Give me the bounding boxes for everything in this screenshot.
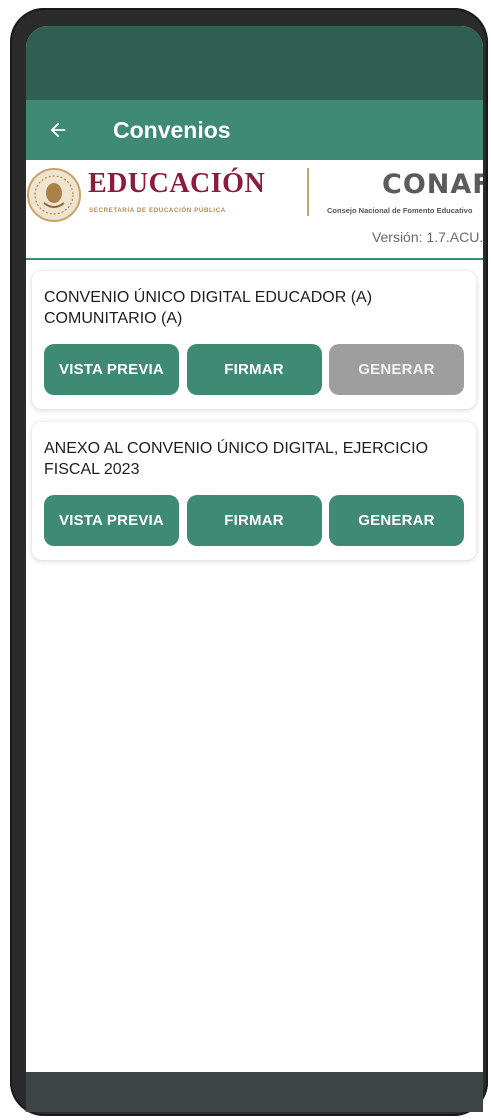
preview-button[interactable]: VISTA PREVIA <box>44 344 179 395</box>
header-banner: EDUCACIÓN SECRETARÍA DE EDUCACIÓN PÚBLIC… <box>26 160 483 260</box>
sign-button[interactable]: FIRMAR <box>186 344 322 395</box>
agreement-title: CONVENIO ÚNICO DIGITAL EDUCADOR (A) COMU… <box>44 289 373 327</box>
preview-button[interactable]: VISTA PREVIA <box>44 495 179 546</box>
version-label: Versión: 1.7.ACU.8 <box>371 229 483 245</box>
annex-actions: VISTA PREVIA FIRMAR GENERAR <box>44 495 464 546</box>
educacion-subtitle: SECRETARÍA DE EDUCACIÓN PÚBLICA <box>89 207 226 214</box>
sign-button[interactable]: FIRMAR <box>186 495 322 546</box>
status-bar <box>26 26 483 100</box>
agreement-card: CONVENIO ÚNICO DIGITAL EDUCADOR (A) COMU… <box>32 271 476 409</box>
arrow-left-icon <box>50 122 66 138</box>
generate-button[interactable]: GENERAR <box>329 344 464 395</box>
back-button[interactable] <box>28 100 88 160</box>
generate-button[interactable]: GENERAR <box>329 495 464 546</box>
banner-divider <box>307 168 309 216</box>
annex-card: ANEXO AL CONVENIO ÚNICO DIGITAL, EJERCIC… <box>32 422 476 560</box>
conafe-subtitle: Consejo Nacional de Fomento Educativo <box>327 206 473 215</box>
conafe-logo: CONAFE <box>382 169 483 200</box>
annex-title: ANEXO AL CONVENIO ÚNICO DIGITAL, EJERCIC… <box>44 440 429 478</box>
app-bar: Convenios <box>26 100 483 160</box>
national-seal-icon <box>27 168 81 222</box>
app-screen: Convenios EDUCACIÓN SECRETARÍA DE EDUCAC… <box>26 26 483 1112</box>
page-title: Convenios <box>113 116 231 143</box>
system-navigation-bar <box>26 1072 483 1112</box>
educacion-logo: EDUCACIÓN <box>88 168 266 199</box>
agreement-actions: VISTA PREVIA FIRMAR GENERAR <box>44 344 464 395</box>
